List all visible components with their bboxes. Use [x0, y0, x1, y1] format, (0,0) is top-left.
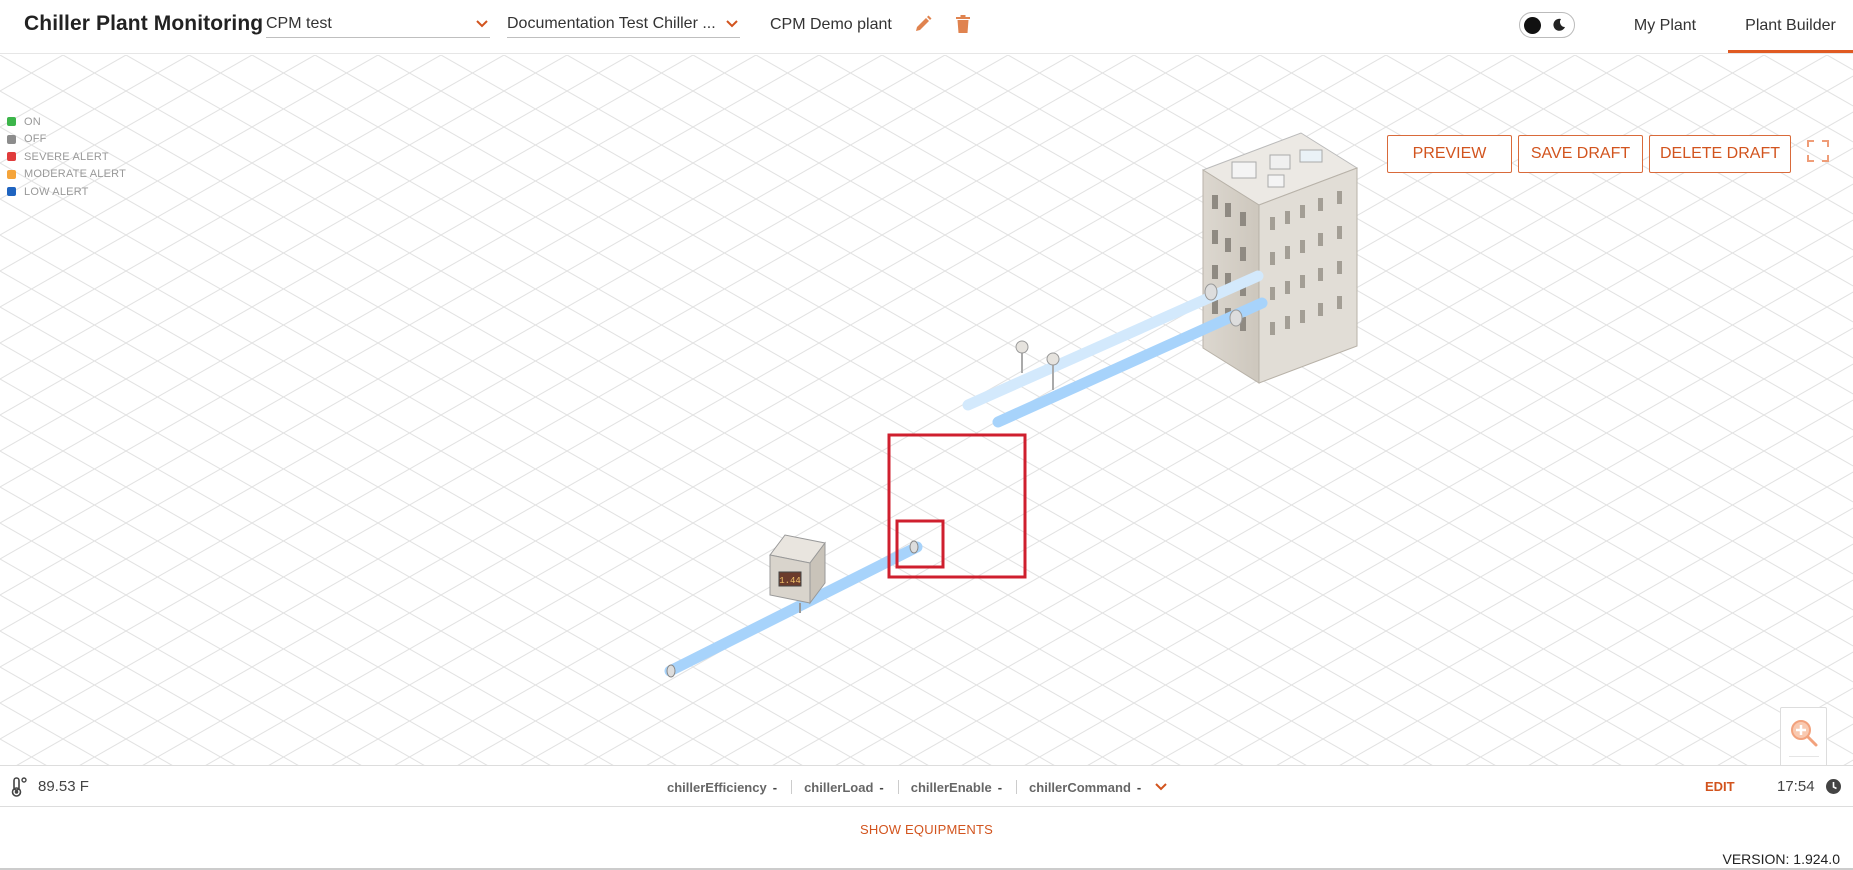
save-draft-button[interactable]: SAVE DRAFT	[1518, 135, 1643, 173]
delete-plant-trash-icon[interactable]	[953, 14, 973, 34]
zoom-divider	[1789, 756, 1819, 757]
tab-plant-builder[interactable]: Plant Builder	[1728, 0, 1853, 53]
version-label: VERSION: 1.924.0	[1722, 851, 1840, 867]
param-chiller-enable: chillerEnable -	[911, 780, 1002, 795]
param-value: -	[772, 779, 778, 795]
status-legend: ON OFF SEVERE ALERT MODERATE ALERT LOW A…	[7, 113, 126, 201]
chevron-down-icon[interactable]	[1153, 779, 1169, 795]
legend-label: ON	[24, 115, 41, 128]
param-chiller-command: chillerCommand -	[1029, 780, 1141, 795]
legend-dot	[7, 152, 16, 162]
time-value: 17:54	[1777, 778, 1815, 795]
temperature-value: 89.53 F	[38, 778, 89, 795]
legend-dot	[7, 187, 16, 197]
legend-dot	[7, 134, 16, 144]
top-bar: Chiller Plant Monitoring CPM test Docume…	[0, 0, 1853, 54]
status-bar: 89.53 F chillerEfficiency - chillerLoad …	[0, 765, 1853, 807]
edit-params-link[interactable]: EDIT	[1705, 779, 1735, 794]
building-icon[interactable]	[1201, 132, 1359, 384]
fullscreen-icon[interactable]	[1807, 140, 1829, 162]
param-chiller-load: chillerLoad -	[804, 780, 884, 795]
legend-item-off: OFF	[7, 131, 126, 149]
legend-item-moderate-alert: MODERATE ALERT	[7, 166, 126, 184]
app-title: Chiller Plant Monitoring	[24, 12, 264, 35]
plant-select[interactable]: CPM test	[266, 12, 490, 38]
param-label: chillerEfficiency	[667, 779, 767, 795]
zoom-controls	[1780, 707, 1827, 765]
preview-button[interactable]: PREVIEW	[1387, 135, 1512, 173]
plant-builder-canvas[interactable]: 1.44 ON OFF SEVERE ALERT MODERATE ALERT …	[0, 55, 1853, 765]
toggle-knob	[1524, 17, 1541, 34]
legend-item-low-alert: LOW ALERT	[7, 183, 126, 201]
moon-icon	[1553, 18, 1565, 31]
legend-label: SEVERE ALERT	[24, 150, 109, 163]
legend-item-on: ON	[7, 113, 126, 131]
meter-readout: 1.44	[779, 576, 801, 586]
legend-item-severe-alert: SEVERE ALERT	[7, 148, 126, 166]
thermometer-icon	[11, 777, 27, 797]
param-chiller-efficiency: chillerEfficiency -	[667, 780, 777, 795]
dark-mode-toggle[interactable]	[1519, 12, 1575, 38]
chevron-down-icon	[726, 20, 738, 28]
chiller-select-value: Documentation Test Chiller ...	[507, 15, 716, 32]
legend-label: OFF	[24, 133, 47, 146]
legend-dot	[7, 117, 16, 127]
plant-name: CPM Demo plant	[770, 16, 892, 33]
param-value: -	[997, 779, 1003, 795]
zoom-in-icon[interactable]	[1789, 718, 1819, 748]
param-label: chillerCommand	[1029, 779, 1131, 795]
param-divider	[1016, 780, 1018, 794]
param-divider	[897, 780, 899, 794]
edit-plant-pencil-icon[interactable]	[913, 14, 933, 34]
tab-my-plant[interactable]: My Plant	[1622, 0, 1708, 53]
legend-label: MODERATE ALERT	[24, 168, 127, 181]
param-value: -	[879, 779, 884, 795]
param-divider	[791, 780, 793, 794]
param-value: -	[1136, 779, 1142, 795]
chiller-params: chillerEfficiency - chillerLoad - chille…	[667, 779, 1169, 795]
clock-icon	[1826, 779, 1841, 794]
param-label: chillerEnable	[910, 779, 992, 795]
legend-dot	[7, 169, 16, 179]
chevron-down-icon	[476, 20, 488, 28]
param-label: chillerLoad	[804, 779, 874, 795]
chiller-select[interactable]: Documentation Test Chiller ...	[507, 12, 740, 38]
show-equipments-link[interactable]: SHOW EQUIPMENTS	[0, 822, 1853, 837]
plant-select-value: CPM test	[266, 15, 332, 32]
legend-label: LOW ALERT	[24, 185, 89, 198]
delete-draft-button[interactable]: DELETE DRAFT	[1649, 135, 1791, 173]
